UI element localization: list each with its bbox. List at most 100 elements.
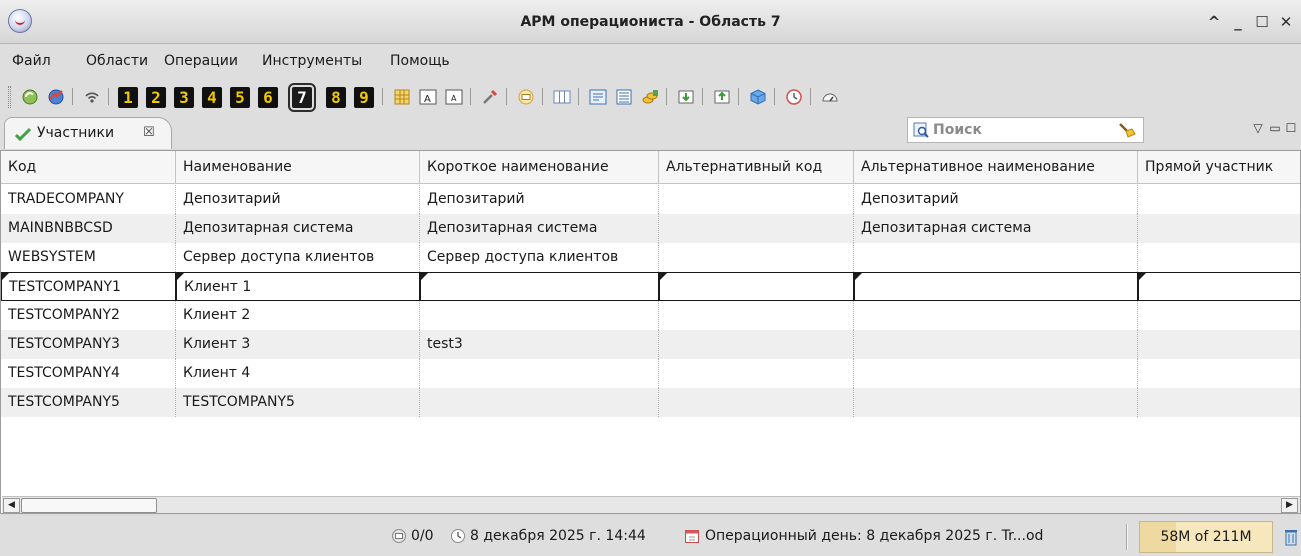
columns-icon[interactable] — [552, 87, 572, 107]
font-decrease-icon[interactable]: A — [444, 87, 464, 107]
cell-alt-name[interactable]: Депозитарная система — [854, 214, 1138, 243]
cell-alt-name[interactable] — [854, 243, 1138, 272]
cell-direct-participant[interactable] — [1138, 330, 1300, 359]
cell-alt-code[interactable] — [659, 388, 854, 417]
table-row[interactable]: TESTCOMPANY4 Клиент 4 — [1, 359, 1300, 388]
column-header-alt-name[interactable]: Альтернативное наименование — [854, 151, 1138, 184]
refresh-icon[interactable] — [20, 87, 40, 107]
tab-participants[interactable]: Участники ☒ — [4, 117, 172, 149]
cell-alt-code[interactable] — [659, 301, 854, 330]
cell-alt-code[interactable] — [659, 185, 854, 214]
messages-icon[interactable] — [516, 87, 536, 107]
clear-search-icon[interactable] — [1117, 121, 1137, 139]
column-header-code[interactable]: Код — [1, 151, 176, 184]
cell-direct-participant[interactable] — [1138, 272, 1300, 301]
cell-name[interactable]: Депозитарная система — [176, 214, 420, 243]
font-increase-icon[interactable]: A — [418, 87, 438, 107]
minimize-window-button[interactable]: _ — [1228, 12, 1248, 32]
coins-icon[interactable] — [640, 87, 660, 107]
cell-alt-name[interactable] — [854, 272, 1138, 301]
export-icon[interactable] — [712, 87, 732, 107]
cell-alt-code[interactable] — [659, 214, 854, 243]
table-row[interactable]: TESTCOMPANY1 Клиент 1 — [1, 272, 1300, 301]
table-row[interactable]: WEBSYSTEM Сервер доступа клиентов Сервер д… — [1, 243, 1300, 272]
cell-alt-code[interactable] — [659, 359, 854, 388]
cell-direct-participant[interactable] — [1138, 359, 1300, 388]
collapse-window-button[interactable]: ^ — [1204, 12, 1224, 32]
cell-direct-participant[interactable] — [1138, 185, 1300, 214]
cell-alt-name[interactable] — [854, 388, 1138, 417]
close-window-button[interactable]: ✕ — [1276, 12, 1296, 32]
cell-alt-name[interactable]: Депозитарий — [854, 185, 1138, 214]
import-icon[interactable] — [676, 87, 696, 107]
cell-short-name[interactable] — [420, 359, 659, 388]
area-4-button[interactable]: 4 — [202, 87, 222, 108]
cell-name[interactable]: Клиент 3 — [176, 330, 420, 359]
cell-short-name[interactable]: Депозитарная система — [420, 214, 659, 243]
cell-alt-code[interactable] — [659, 272, 854, 301]
column-header-alt-code[interactable]: Альтернативный код — [659, 151, 854, 184]
cell-short-name[interactable]: Депозитарий — [420, 185, 659, 214]
cell-code[interactable]: TESTCOMPANY4 — [1, 359, 176, 388]
cell-code[interactable]: TESTCOMPANY1 — [1, 272, 176, 301]
cell-alt-name[interactable] — [854, 359, 1138, 388]
cell-code[interactable]: WEBSYSTEM — [1, 243, 176, 272]
cell-name[interactable]: TESTCOMPANY5 — [176, 388, 420, 417]
area-9-button[interactable]: 9 — [354, 87, 374, 108]
table-row[interactable]: TESTCOMPANY3 Клиент 3 test3 — [1, 330, 1300, 359]
area-5-button[interactable]: 5 — [230, 87, 250, 108]
area-8-button[interactable]: 8 — [326, 87, 346, 108]
cell-short-name[interactable] — [420, 301, 659, 330]
form-icon[interactable] — [588, 87, 608, 107]
cell-alt-name[interactable] — [854, 330, 1138, 359]
cell-direct-participant[interactable] — [1138, 214, 1300, 243]
horizontal-scrollbar[interactable]: ◀ ▶ — [2, 496, 1300, 513]
column-header-short-name[interactable]: Короткое наименование — [420, 151, 659, 184]
tools-icon[interactable] — [480, 87, 500, 107]
menu-help[interactable]: Помощь — [388, 45, 452, 78]
column-header-direct-participant[interactable]: Прямой участник — [1138, 151, 1300, 184]
menu-file[interactable]: Файл — [10, 45, 53, 78]
grid-settings-icon[interactable] — [392, 87, 412, 107]
cell-direct-participant[interactable] — [1138, 243, 1300, 272]
table-row[interactable]: TESTCOMPANY5 TESTCOMPANY5 — [1, 388, 1300, 417]
cell-direct-participant[interactable] — [1138, 301, 1300, 330]
scroll-thumb[interactable] — [21, 498, 157, 513]
cell-short-name[interactable] — [420, 388, 659, 417]
menu-tools[interactable]: Инструменты — [260, 45, 364, 78]
area-7-button[interactable]: 7 — [288, 83, 316, 112]
cell-short-name[interactable] — [420, 272, 659, 301]
area-2-button[interactable]: 2 — [146, 87, 166, 108]
clock-icon[interactable] — [784, 87, 804, 107]
list-icon[interactable] — [614, 87, 634, 107]
cell-alt-code[interactable] — [659, 243, 854, 272]
cell-short-name[interactable]: test3 — [420, 330, 659, 359]
search-input[interactable] — [933, 119, 1103, 141]
cell-alt-name[interactable] — [854, 301, 1138, 330]
cell-alt-code[interactable] — [659, 330, 854, 359]
cell-name[interactable]: Сервер доступа клиентов — [176, 243, 420, 272]
cell-direct-participant[interactable] — [1138, 388, 1300, 417]
cell-code[interactable]: TRADECOMPANY — [1, 185, 176, 214]
menu-areas[interactable]: Области — [84, 45, 150, 78]
cell-code[interactable]: TESTCOMPANY5 — [1, 388, 176, 417]
view-maximize-icon[interactable]: ☐ — [1283, 118, 1299, 138]
table-row[interactable]: TRADECOMPANY Депозитарий Депозитарий Депози… — [1, 185, 1300, 214]
area-1-button[interactable]: 1 — [118, 87, 138, 108]
speedometer-icon[interactable] — [820, 87, 840, 107]
connect-icon[interactable] — [46, 87, 66, 107]
cell-code[interactable]: TESTCOMPANY2 — [1, 301, 176, 330]
scroll-left-button[interactable]: ◀ — [3, 498, 20, 513]
menu-operations[interactable]: Операции — [162, 45, 240, 78]
wireless-icon[interactable] — [82, 87, 102, 107]
maximize-window-button[interactable]: ☐ — [1252, 12, 1272, 32]
area-6-button[interactable]: 6 — [258, 87, 278, 108]
cell-name[interactable]: Депозитарий — [176, 185, 420, 214]
cell-name[interactable]: Клиент 2 — [176, 301, 420, 330]
table-row[interactable]: MAINBNBBCSD Депозитарная система Депозитар… — [1, 214, 1300, 243]
cell-name[interactable]: Клиент 4 — [176, 359, 420, 388]
cell-short-name[interactable]: Сервер доступа клиентов — [420, 243, 659, 272]
trash-icon[interactable] — [1283, 527, 1299, 547]
packages-icon[interactable] — [748, 87, 768, 107]
tab-close-icon[interactable]: ☒ — [143, 118, 155, 148]
